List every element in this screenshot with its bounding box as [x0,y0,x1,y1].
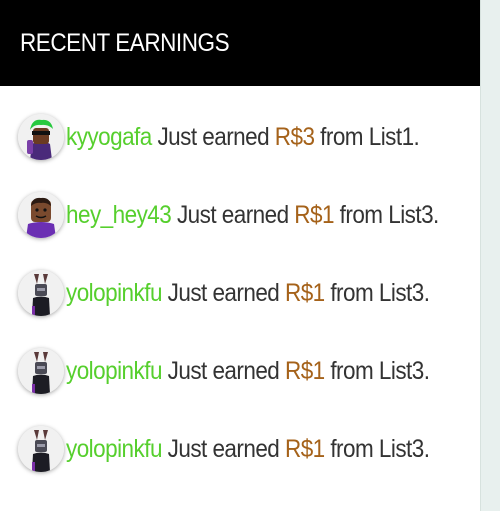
recent-earnings-panel: RECENT EARNINGS kyyogafa Just earned R$3… [0,0,480,511]
earning-source: from List3. [324,356,430,385]
earning-label: Just earned [161,278,285,307]
earning-label: Just earned [161,434,285,463]
username-link[interactable]: kyyogafa [66,123,152,151]
bunny-ears-avatar-icon[interactable] [18,348,64,394]
earning-source: from List3. [324,278,430,307]
classic-avatar-icon[interactable] [18,192,64,238]
earning-amount: R$1 [294,200,334,229]
earning-source: from List3. [324,434,430,463]
earning-row: yolopinkfu Just earned R$1 from List3. [18,266,470,320]
panel-title: RECENT EARNINGS [20,28,230,57]
earning-amount: R$3 [274,122,315,151]
earning-text: yolopinkfu Just earned R$1 from List3. [66,356,430,386]
earning-source: from List3. [333,200,440,229]
earning-row: yolopinkfu Just earned R$1 from List3. [18,422,470,476]
username-link[interactable]: yolopinkfu [66,279,162,307]
earning-label: Just earned [171,200,295,229]
username-link[interactable]: yolopinkfu [66,435,162,463]
earning-text: yolopinkfu Just earned R$1 from List3. [66,434,430,464]
earning-text: kyyogafa Just earned R$3 from List1. [66,122,420,152]
earning-row: hey_hey43 Just earned R$1 from List3. [18,188,480,242]
page-edge [480,0,500,511]
earning-row: yolopinkfu Just earned R$1 from List3. [18,344,470,398]
earning-row: kyyogafa Just earned R$3 from List1. [18,110,459,164]
bunny-ears-avatar-icon[interactable] [18,426,64,472]
earning-label: Just earned [161,356,285,385]
earning-amount: R$1 [284,278,325,307]
earning-text: yolopinkfu Just earned R$1 from List3. [66,278,430,308]
username-link[interactable]: hey_hey43 [66,201,172,229]
username-link[interactable]: yolopinkfu [66,357,162,385]
earning-amount: R$1 [284,434,325,463]
earning-amount: R$1 [284,356,325,385]
panel-header: RECENT EARNINGS [0,0,480,86]
earning-text: hey_hey43 Just earned R$1 from List3. [66,201,439,230]
bunny-ears-avatar-icon[interactable] [18,270,64,316]
earning-source: from List1. [314,122,420,151]
green-hair-avatar-icon[interactable] [18,114,64,160]
earning-label: Just earned [151,122,275,151]
